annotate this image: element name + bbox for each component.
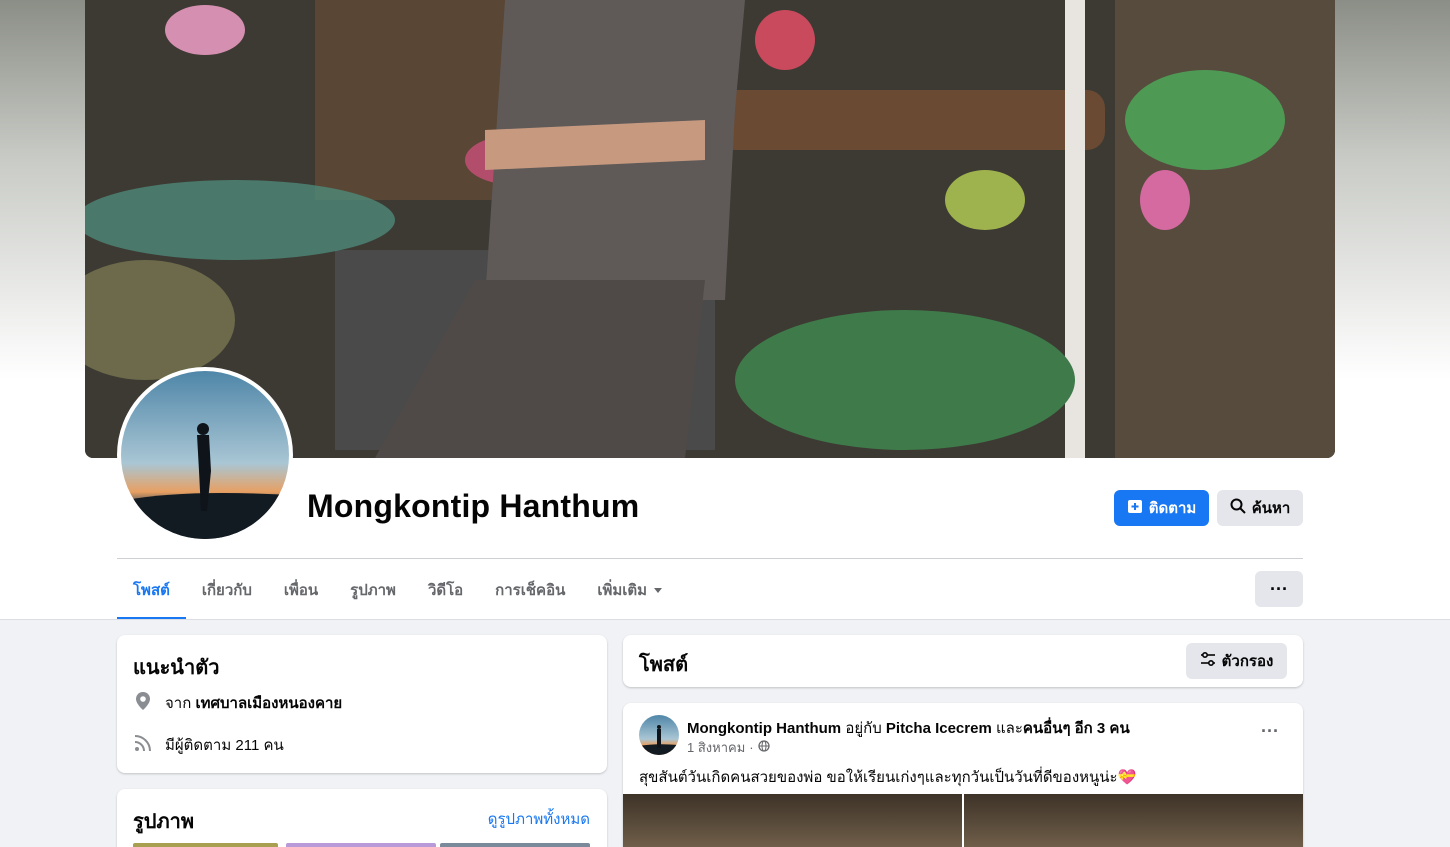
from-place[interactable]: เทศบาลเมืองหนองคาย bbox=[195, 695, 342, 712]
photo-thumbnail[interactable] bbox=[286, 843, 436, 847]
filter-sliders-icon bbox=[1200, 651, 1216, 671]
intro-card: แนะนำตัว จาก เทศบาลเมืองหนองคาย มีผู้ติด… bbox=[117, 635, 607, 773]
post-author-avatar[interactable] bbox=[639, 715, 679, 755]
filter-label: ตัวกรอง bbox=[1221, 653, 1274, 670]
photo-thumbnail[interactable] bbox=[440, 843, 590, 847]
photos-card: รูปภาพ ดูรูปภาพทั้งหมด bbox=[117, 789, 607, 847]
posts-title: โพสต์ bbox=[639, 654, 689, 676]
profile-header: Mongkontip Hanthum ติดตาม ค้นหา โพสต์ เก… bbox=[0, 0, 1450, 620]
photos-title: รูปภาพ bbox=[133, 811, 195, 833]
tab-label: เพิ่มเติม bbox=[597, 582, 648, 599]
post-text: สุขสันต์วันเกิดคนสวยของพ่อ ขอให้เรียนเก่… bbox=[639, 769, 1137, 786]
search-icon bbox=[1230, 498, 1246, 518]
and-text: และ bbox=[995, 720, 1023, 737]
caret-down-icon bbox=[653, 582, 663, 599]
avatar-image bbox=[121, 371, 289, 539]
others-link[interactable]: คนอื่นๆ อีก 3 คน bbox=[1023, 720, 1130, 737]
intro-from-text: จาก เทศบาลเมืองหนองคาย bbox=[165, 691, 342, 715]
tab-label: รูปภาพ bbox=[350, 582, 396, 599]
tagged-user[interactable]: Pitcha Icecrem bbox=[886, 720, 992, 737]
profile-name: Mongkontip Hanthum bbox=[307, 488, 640, 524]
post-meta: 1 สิงหาคม · bbox=[687, 737, 770, 758]
follow-button[interactable]: ติดตาม bbox=[1114, 490, 1209, 526]
post-photo[interactable] bbox=[964, 794, 1303, 847]
see-all-photos-link[interactable]: ดูรูปภาพทั้งหมด bbox=[488, 807, 590, 831]
profile-more-button[interactable]: ··· bbox=[1255, 571, 1303, 607]
globe-icon bbox=[757, 740, 770, 755]
tab-posts[interactable]: โพสต์ bbox=[117, 560, 186, 620]
filter-button[interactable]: ตัวกรอง bbox=[1186, 643, 1287, 679]
location-pin-icon bbox=[133, 691, 153, 715]
intro-from-row: จาก เทศบาลเมืองหนองคาย bbox=[133, 691, 342, 715]
meta-separator: · bbox=[749, 740, 754, 755]
tab-label: โพสต์ bbox=[133, 582, 170, 599]
tab-label: เกี่ยวกับ bbox=[201, 582, 252, 599]
follow-icon bbox=[1127, 498, 1143, 518]
post-photo[interactable] bbox=[623, 794, 962, 847]
tab-checkins[interactable]: การเช็คอิน bbox=[479, 560, 581, 620]
with-text: อยู่กับ bbox=[845, 720, 882, 737]
photo-thumbnail[interactable] bbox=[133, 843, 278, 847]
tab-more[interactable]: เพิ่มเติม bbox=[581, 560, 679, 620]
more-dots-icon: ··· bbox=[1270, 578, 1288, 599]
rss-feed-icon bbox=[133, 733, 153, 757]
tab-label: การเช็คอิน bbox=[495, 582, 566, 599]
tab-photos[interactable]: รูปภาพ bbox=[334, 560, 412, 620]
post-date[interactable]: 1 สิงหาคม bbox=[687, 737, 745, 758]
intro-title: แนะนำตัว bbox=[133, 657, 220, 679]
follow-label: ติดตาม bbox=[1148, 500, 1197, 517]
followers-text[interactable]: มีผู้ติดตาม 211 คน bbox=[165, 733, 284, 757]
cover-photo[interactable] bbox=[85, 0, 1335, 458]
intro-followers-row: มีผู้ติดตาม 211 คน bbox=[133, 733, 284, 757]
header-divider bbox=[117, 558, 1303, 559]
tab-videos[interactable]: วิดีโอ bbox=[412, 560, 479, 620]
cover-image bbox=[85, 0, 1335, 458]
tab-label: วิดีโอ bbox=[427, 582, 464, 599]
from-prefix: จาก bbox=[165, 695, 192, 712]
search-label: ค้นหา bbox=[1251, 500, 1291, 517]
profile-avatar[interactable] bbox=[117, 367, 293, 543]
profile-search-button[interactable]: ค้นหา bbox=[1217, 490, 1303, 526]
tab-label: เพื่อน bbox=[283, 582, 319, 599]
tab-friends[interactable]: เพื่อน bbox=[268, 560, 334, 620]
tab-about[interactable]: เกี่ยวกับ bbox=[186, 560, 268, 620]
post-author-name[interactable]: Mongkontip Hanthum bbox=[687, 720, 841, 737]
post-options-button[interactable]: ··· bbox=[1261, 721, 1279, 742]
post-card: Mongkontip Hanthum อยู่กับ Pitcha Icecre… bbox=[623, 703, 1303, 847]
posts-header-card: โพสต์ ตัวกรอง bbox=[623, 635, 1303, 687]
profile-tabs: โพสต์ เกี่ยวกับ เพื่อน รูปภาพ วิดีโอ การ… bbox=[117, 560, 679, 620]
